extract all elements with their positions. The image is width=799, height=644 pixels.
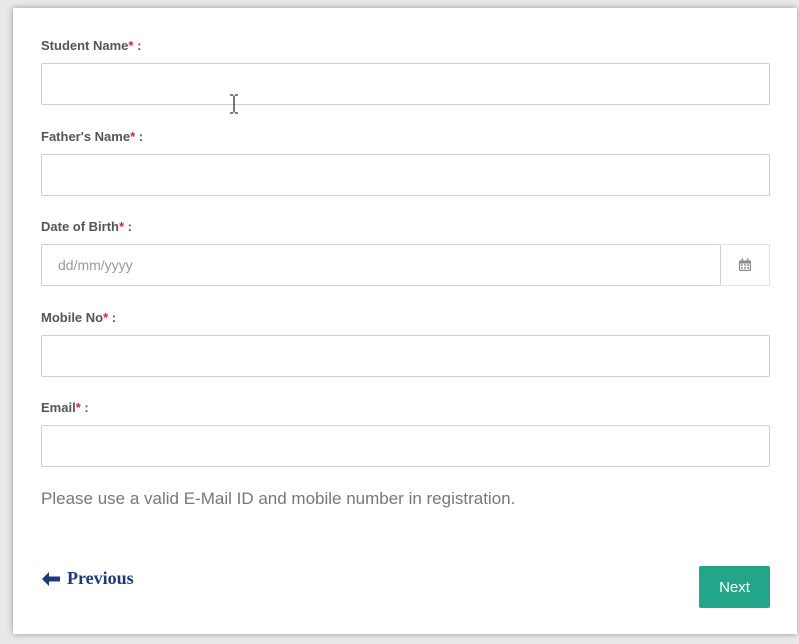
email-label: Email* :: [41, 400, 89, 415]
next-button[interactable]: Next: [699, 566, 770, 608]
email-input[interactable]: [41, 425, 770, 467]
student-name-input[interactable]: [41, 63, 770, 105]
label-colon: :: [80, 400, 89, 415]
date-of-birth-label: Date of Birth* :: [41, 219, 132, 234]
student-name-label-text: Student Name: [41, 38, 129, 53]
fathers-name-input[interactable]: [41, 154, 770, 196]
mobile-no-label-text: Mobile No: [41, 310, 104, 325]
label-colon: :: [108, 310, 117, 325]
registration-form-card: Student Name* : Father's Name* : Date of…: [13, 8, 797, 634]
previous-label: Previous: [67, 568, 134, 588]
registration-note: Please use a valid E-Mail ID and mobile …: [41, 489, 516, 508]
label-colon: :: [124, 219, 133, 234]
email-label-text: Email: [41, 400, 76, 415]
arrow-left-icon: [42, 571, 60, 586]
mobile-no-label: Mobile No* :: [41, 310, 116, 325]
fathers-name-label-text: Father's Name: [41, 129, 131, 144]
previous-link[interactable]: Previous: [41, 568, 134, 589]
fathers-name-label: Father's Name* :: [41, 129, 143, 144]
calendar-button[interactable]: [721, 244, 770, 286]
label-colon: :: [133, 38, 142, 53]
date-of-birth-input[interactable]: [41, 244, 721, 286]
student-name-label: Student Name* :: [41, 38, 141, 53]
label-colon: :: [135, 129, 144, 144]
calendar-icon: [739, 258, 751, 271]
mobile-no-input[interactable]: [41, 335, 770, 377]
text-cursor-icon: [230, 94, 238, 114]
date-of-birth-label-text: Date of Birth: [41, 219, 119, 234]
